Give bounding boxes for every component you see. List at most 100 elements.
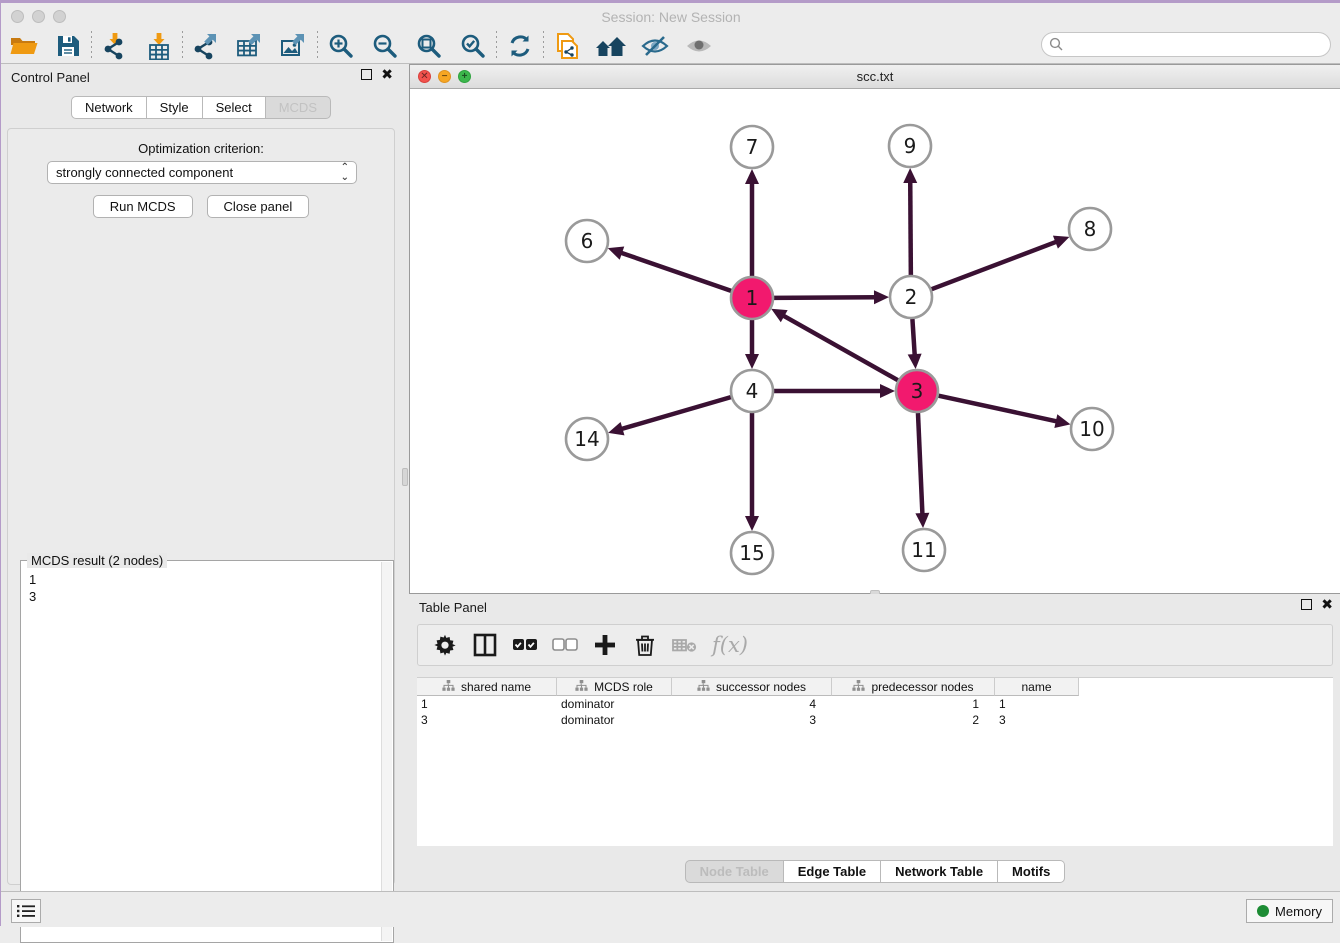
column-header-shared-name[interactable]: shared name <box>417 678 557 696</box>
close-table-panel-icon[interactable]: ✖ <box>1321 599 1333 610</box>
network-canvas[interactable]: 7 9 6 8 1 2 4 3 14 10 15 11 <box>410 89 1340 593</box>
node-11[interactable]: 11 <box>903 529 945 571</box>
svg-text:3: 3 <box>911 379 924 403</box>
arrowhead-1-7 <box>745 169 759 184</box>
zoom-in-icon[interactable] <box>324 31 358 61</box>
vertical-splitter[interactable] <box>401 64 409 891</box>
node-10[interactable]: 10 <box>1071 408 1113 450</box>
add-column-icon[interactable] <box>592 630 618 660</box>
result-scrollbar[interactable] <box>381 562 392 941</box>
import-network-icon[interactable] <box>98 31 132 61</box>
cell-MCDS-role[interactable]: dominator <box>557 713 672 727</box>
edge-2-3[interactable] <box>912 319 914 357</box>
mcds-panel: Optimization criterion: strongly connect… <box>7 128 395 885</box>
cell-MCDS-role[interactable]: dominator <box>557 697 672 711</box>
svg-text:7: 7 <box>746 135 759 159</box>
hide-selected-icon[interactable] <box>638 31 672 61</box>
arrowhead-3-11 <box>915 513 929 528</box>
table-row[interactable]: 1dominator411 <box>417 696 1333 712</box>
edge-3-10[interactable] <box>938 396 1058 422</box>
cell-predecessor-nodes[interactable]: 2 <box>832 713 995 727</box>
node-7[interactable]: 7 <box>731 126 773 168</box>
tab-mcds[interactable]: MCDS <box>266 96 331 119</box>
gear-icon[interactable] <box>432 630 458 660</box>
column-header-successor-nodes[interactable]: successor nodes <box>672 678 832 696</box>
zoom-out-icon[interactable] <box>368 31 402 61</box>
task-history-button[interactable] <box>11 899 41 923</box>
node-3[interactable]: 3 <box>896 370 938 412</box>
copy-view-icon[interactable] <box>550 31 584 61</box>
save-session-icon[interactable] <box>51 31 85 61</box>
column-header-name[interactable]: name <box>995 678 1079 696</box>
cell-successor-nodes[interactable]: 4 <box>672 697 832 711</box>
edge-2-8[interactable] <box>932 241 1059 289</box>
tab-style[interactable]: Style <box>147 96 203 119</box>
tab-select[interactable]: Select <box>203 96 266 119</box>
edge-1-2[interactable] <box>774 297 877 298</box>
tab-motifs[interactable]: Motifs <box>998 860 1065 883</box>
node-1[interactable]: 1 <box>731 277 773 319</box>
edge-4-14[interactable] <box>620 397 731 429</box>
node-14[interactable]: 14 <box>566 418 608 460</box>
optimization-criterion-select[interactable]: strongly connected component ⌃⌄ <box>47 161 357 184</box>
network-graph[interactable]: 7 9 6 8 1 2 4 3 14 10 15 11 <box>410 89 1340 593</box>
tab-network-table[interactable]: Network Table <box>881 860 998 883</box>
node-9[interactable]: 9 <box>889 125 931 167</box>
cell-predecessor-nodes[interactable]: 1 <box>832 697 995 711</box>
tab-edge-table[interactable]: Edge Table <box>784 860 881 883</box>
svg-text:2: 2 <box>905 285 918 309</box>
node-4[interactable]: 4 <box>731 370 773 412</box>
cell-shared-name[interactable]: 3 <box>417 713 557 727</box>
column-header-predecessor-nodes[interactable]: predecessor nodes <box>832 678 995 696</box>
splitter-handle[interactable] <box>402 468 408 486</box>
export-network-icon[interactable] <box>189 31 223 61</box>
edge-3-11[interactable] <box>918 413 923 516</box>
node-2[interactable]: 2 <box>890 276 932 318</box>
tab-network[interactable]: Network <box>71 96 147 119</box>
edge-2-9[interactable] <box>910 180 911 275</box>
control-panel-header: Control Panel ✖ <box>1 64 401 90</box>
node-8[interactable]: 8 <box>1069 208 1111 250</box>
deselect-all-icon[interactable] <box>552 630 578 660</box>
control-panel-tabs: NetworkStyleSelectMCDS <box>1 96 401 119</box>
node-6[interactable]: 6 <box>566 220 608 262</box>
import-table-icon[interactable] <box>142 31 176 61</box>
cell-successor-nodes[interactable]: 3 <box>672 713 832 727</box>
memory-button[interactable]: Memory <box>1246 899 1333 923</box>
table-row[interactable]: 3dominator323 <box>417 712 1333 728</box>
edge-1-6[interactable] <box>619 252 731 291</box>
home-icon[interactable] <box>594 31 628 61</box>
run-mcds-button[interactable]: Run MCDS <box>93 195 193 218</box>
search-input[interactable] <box>1041 32 1331 57</box>
zoom-fit-icon[interactable] <box>412 31 446 61</box>
network-window-title: scc.txt <box>410 69 1340 84</box>
table-toolbar: f(x) <box>417 624 1333 666</box>
function-builder-icon: f(x) <box>712 630 748 660</box>
memory-status-icon <box>1257 905 1269 917</box>
select-all-icon[interactable] <box>512 630 538 660</box>
network-window-titlebar[interactable]: ✕ − + scc.txt <box>410 65 1340 89</box>
arrowhead-4-14 <box>608 422 624 435</box>
zoom-selected-icon[interactable] <box>456 31 490 61</box>
open-session-icon[interactable] <box>7 31 41 61</box>
split-view-icon[interactable] <box>472 630 498 660</box>
cell-shared-name[interactable]: 1 <box>417 697 557 711</box>
edge-3-1[interactable] <box>782 315 898 381</box>
cell-name[interactable]: 1 <box>995 697 1079 711</box>
node-15[interactable]: 15 <box>731 532 773 574</box>
refresh-layout-icon[interactable] <box>503 31 537 61</box>
cell-name[interactable]: 3 <box>995 713 1079 727</box>
tree-icon <box>697 680 710 694</box>
tab-node-table[interactable]: Node Table <box>685 860 784 883</box>
show-all-icon[interactable] <box>682 31 716 61</box>
svg-text:15: 15 <box>739 541 764 565</box>
close-panel-icon[interactable]: ✖ <box>381 69 393 80</box>
column-header-MCDS-role[interactable]: MCDS role <box>557 678 672 696</box>
float-table-panel-icon[interactable] <box>1301 599 1312 610</box>
float-panel-icon[interactable] <box>361 69 372 80</box>
export-table-icon[interactable] <box>233 31 267 61</box>
close-panel-button[interactable]: Close panel <box>207 195 310 218</box>
delete-column-icon[interactable] <box>632 630 658 660</box>
mcds-result-text[interactable]: 1 3 <box>29 571 379 940</box>
export-image-icon[interactable] <box>277 31 311 61</box>
